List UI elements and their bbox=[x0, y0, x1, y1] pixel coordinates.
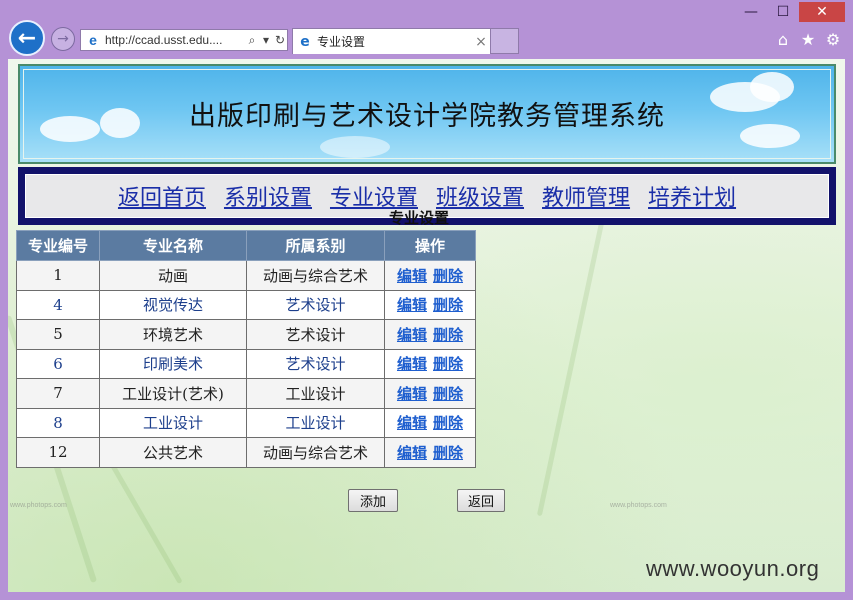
cell-major-id: 5 bbox=[16, 319, 100, 350]
cell-major-name: 工业设计 bbox=[99, 407, 247, 438]
edit-link[interactable]: 编辑 bbox=[397, 385, 427, 403]
maximize-button[interactable]: ☐ bbox=[767, 2, 799, 22]
cell-major-id: 6 bbox=[16, 348, 100, 379]
table-row: 1 动画 动画与综合艺术 编辑 删除 bbox=[16, 260, 476, 291]
delete-link[interactable]: 删除 bbox=[433, 444, 463, 462]
star-icon[interactable]: ★ bbox=[800, 30, 816, 49]
browser-chrome: — ☐ ✕ ← → e http://ccad.usst.edu.... ⌕ ▾… bbox=[0, 0, 853, 60]
header-banner: 出版印刷与艺术设计学院教务管理系统 bbox=[18, 64, 836, 164]
cell-department: 工业设计 bbox=[246, 378, 385, 409]
gear-icon[interactable]: ⚙ bbox=[825, 30, 841, 49]
table-row: 4 视觉传达 艺术设计 编辑 删除 bbox=[16, 289, 476, 320]
nav-link-departments[interactable]: 系别设置 bbox=[224, 180, 312, 212]
cell-major-name: 动画 bbox=[99, 260, 247, 291]
close-window-button[interactable]: ✕ bbox=[799, 2, 845, 22]
dropdown-icon[interactable]: ▾ bbox=[259, 33, 273, 47]
page-viewport: www.photops.com www.photops.com 出版印刷与艺术设… bbox=[8, 59, 845, 592]
table-row: 8 工业设计 工业设计 编辑 删除 bbox=[16, 407, 476, 438]
address-text[interactable]: http://ccad.usst.edu.... bbox=[105, 33, 245, 47]
page-heading: 专业设置 bbox=[389, 209, 450, 227]
cell-department: 工业设计 bbox=[246, 407, 385, 438]
search-icon[interactable]: ⌕ bbox=[245, 33, 259, 48]
majors-table: 专业编号 专业名称 所属系别 操作 1 动画 动画与综合艺术 编辑 删除 4 视觉… bbox=[16, 230, 476, 468]
faint-watermark: www.photops.com bbox=[610, 502, 667, 509]
table-row: 7 工业设计(艺术) 工业设计 编辑 删除 bbox=[16, 378, 476, 409]
cell-major-name: 公共艺术 bbox=[99, 437, 247, 468]
cell-department: 动画与综合艺术 bbox=[246, 437, 385, 468]
refresh-icon[interactable]: ↻ bbox=[273, 33, 287, 47]
header-actions: 操作 bbox=[384, 230, 476, 261]
edit-link[interactable]: 编辑 bbox=[397, 296, 427, 314]
delete-link[interactable]: 删除 bbox=[433, 414, 463, 432]
cell-actions: 编辑 删除 bbox=[384, 407, 476, 438]
cell-major-id: 7 bbox=[16, 378, 100, 409]
system-title: 出版印刷与艺术设计学院教务管理系统 bbox=[189, 101, 665, 132]
cell-actions: 编辑 删除 bbox=[384, 319, 476, 350]
edit-link[interactable]: 编辑 bbox=[397, 326, 427, 344]
delete-link[interactable]: 删除 bbox=[433, 267, 463, 285]
cell-major-id: 4 bbox=[16, 289, 100, 320]
delete-link[interactable]: 删除 bbox=[433, 326, 463, 344]
header-department: 所属系别 bbox=[246, 230, 385, 261]
nav-link-teachers[interactable]: 教师管理 bbox=[542, 180, 630, 212]
cell-major-id: 1 bbox=[16, 260, 100, 291]
edit-link[interactable]: 编辑 bbox=[397, 267, 427, 285]
delete-link[interactable]: 删除 bbox=[433, 385, 463, 403]
tab-title: 专业设置 bbox=[317, 35, 366, 49]
faint-watermark: www.photops.com bbox=[10, 502, 67, 509]
back-arrow-icon: ← bbox=[17, 25, 37, 51]
close-tab-icon[interactable]: × bbox=[472, 34, 490, 50]
delete-link[interactable]: 删除 bbox=[433, 296, 463, 314]
table-header-row: 专业编号 专业名称 所属系别 操作 bbox=[16, 230, 476, 261]
cell-major-name: 工业设计(艺术) bbox=[99, 378, 247, 409]
cell-department: 艺术设计 bbox=[246, 348, 385, 379]
cell-major-name: 环境艺术 bbox=[99, 319, 247, 350]
cell-major-id: 12 bbox=[16, 437, 100, 468]
new-tab-button[interactable] bbox=[491, 28, 519, 54]
edit-link[interactable]: 编辑 bbox=[397, 355, 427, 373]
wooyun-watermark: www.wooyun.org bbox=[646, 556, 820, 581]
cell-department: 动画与综合艺术 bbox=[246, 260, 385, 291]
address-bar[interactable]: e http://ccad.usst.edu.... ⌕ ▾ ↻ bbox=[80, 29, 288, 51]
tab-ie-icon: e bbox=[300, 33, 310, 50]
cell-actions: 编辑 删除 bbox=[384, 437, 476, 468]
nav-link-classes[interactable]: 班级设置 bbox=[436, 180, 524, 212]
nav-link-curriculum[interactable]: 培养计划 bbox=[648, 180, 736, 212]
minimize-button[interactable]: — bbox=[735, 2, 767, 22]
cell-department: 艺术设计 bbox=[246, 319, 385, 350]
ie-icon: e bbox=[89, 32, 97, 48]
cloud-decoration bbox=[320, 136, 390, 158]
back-button[interactable]: ← bbox=[9, 20, 45, 56]
edit-link[interactable]: 编辑 bbox=[397, 444, 427, 462]
header-major-name: 专业名称 bbox=[99, 230, 247, 261]
cell-major-id: 8 bbox=[16, 407, 100, 438]
back-to-list-button[interactable]: 返回 bbox=[457, 489, 505, 512]
delete-link[interactable]: 删除 bbox=[433, 355, 463, 373]
add-button[interactable]: 添加 bbox=[348, 489, 398, 512]
browser-tools: ⌂ ★ ⚙ bbox=[775, 30, 841, 49]
cell-major-name: 印刷美术 bbox=[99, 348, 247, 379]
cell-major-name: 视觉传达 bbox=[99, 289, 247, 320]
cell-department: 艺术设计 bbox=[246, 289, 385, 320]
edit-link[interactable]: 编辑 bbox=[397, 414, 427, 432]
cell-actions: 编辑 删除 bbox=[384, 289, 476, 320]
cell-actions: 编辑 删除 bbox=[384, 260, 476, 291]
forward-button[interactable]: → bbox=[51, 27, 75, 51]
table-row: 12 公共艺术 动画与综合艺术 编辑 删除 bbox=[16, 437, 476, 468]
bamboo-decoration bbox=[536, 221, 605, 517]
cell-actions: 编辑 删除 bbox=[384, 378, 476, 409]
cell-actions: 编辑 删除 bbox=[384, 348, 476, 379]
header-major-id: 专业编号 bbox=[16, 230, 100, 261]
home-icon[interactable]: ⌂ bbox=[775, 30, 791, 49]
table-row: 5 环境艺术 艺术设计 编辑 删除 bbox=[16, 319, 476, 350]
forward-arrow-icon: → bbox=[57, 31, 69, 47]
window-controls: — ☐ ✕ bbox=[735, 2, 845, 22]
browser-tab[interactable]: e 专业设置 × bbox=[292, 28, 491, 54]
table-row: 6 印刷美术 艺术设计 编辑 删除 bbox=[16, 348, 476, 379]
nav-link-home[interactable]: 返回首页 bbox=[118, 180, 206, 212]
